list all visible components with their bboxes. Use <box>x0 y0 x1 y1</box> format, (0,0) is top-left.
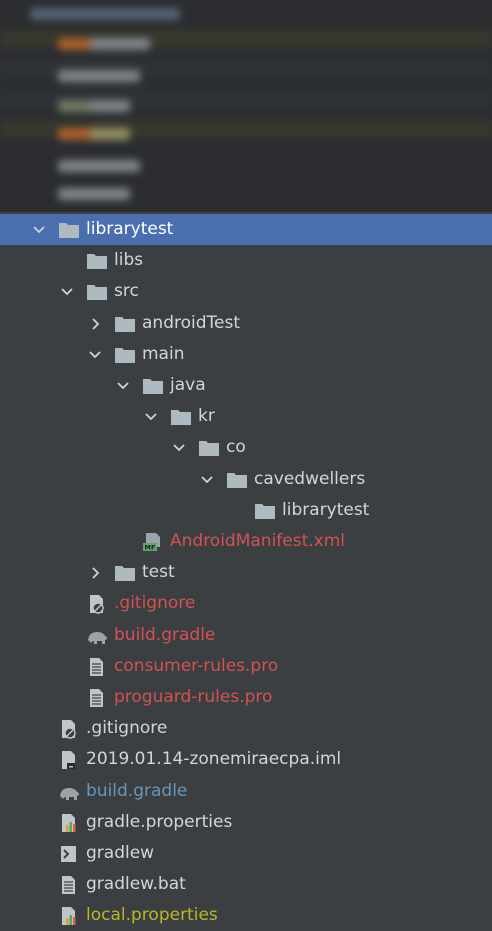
tree-item-label: test <box>142 562 175 583</box>
text-file-icon <box>86 657 108 677</box>
blurred-bar <box>90 70 140 82</box>
tree-item-label: gradle.properties <box>86 811 233 832</box>
tree-item-label: .gitignore <box>114 593 196 614</box>
tree-row[interactable]: consumer-rules.pro <box>0 651 492 682</box>
tree-item-label: proguard-rules.pro <box>114 687 273 707</box>
tree-item-label: local.properties <box>86 905 218 926</box>
folder-icon <box>86 251 108 271</box>
tree-row[interactable]: src <box>0 276 492 307</box>
tree-item-label: gradlew <box>86 843 155 863</box>
tree-row[interactable]: librarytest <box>0 214 492 245</box>
tree-item-label: gradlew.bat <box>86 874 186 895</box>
folder-icon <box>254 501 276 521</box>
blurred-bar <box>90 128 130 140</box>
folder-icon <box>114 314 136 334</box>
svg-text:MF: MF <box>145 544 156 552</box>
tree-row[interactable]: java <box>0 370 492 401</box>
gradle-elephant-icon <box>58 782 80 802</box>
tree-row[interactable]: 2019.01.14-zonemiraecpa.iml <box>0 744 492 775</box>
tree-item-label: main <box>142 343 185 364</box>
tree-row[interactable]: libs <box>0 245 492 276</box>
tree-row[interactable]: build.gradle <box>0 620 492 651</box>
ignore-file-icon <box>58 719 80 739</box>
folder-icon <box>58 220 80 240</box>
tree-row[interactable]: .gitignore <box>0 588 492 619</box>
iml-file-icon <box>58 750 80 770</box>
folder-icon <box>114 563 136 583</box>
manifest-file-icon: MF <box>142 532 164 552</box>
tree-row[interactable]: kr <box>0 401 492 432</box>
chevron-down-icon[interactable] <box>144 409 158 423</box>
tree-item-label: librarytest <box>86 219 174 239</box>
tree-item-label: cavedwellers <box>254 468 366 489</box>
tree-row[interactable]: gradlew.bat <box>0 869 492 900</box>
chevron-down-icon[interactable] <box>60 284 74 298</box>
folder-icon <box>198 438 220 458</box>
folder-icon <box>170 407 192 427</box>
tree-row[interactable]: co <box>0 432 492 463</box>
tree-item-label: co <box>226 437 246 458</box>
text-file-icon <box>58 875 80 895</box>
tree-row[interactable]: local.properties <box>0 900 492 931</box>
properties-file-icon <box>58 813 80 833</box>
tree-item-label: consumer-rules.pro <box>114 655 279 676</box>
tree-item-label: androidTest <box>142 312 240 333</box>
blurred-bar <box>90 160 140 172</box>
chevron-down-icon[interactable] <box>88 347 102 361</box>
blurred-bar <box>90 188 130 200</box>
tree-item-label: .gitignore <box>86 718 168 739</box>
tree-item-label: libs <box>114 250 144 271</box>
blurred-bar <box>90 38 150 50</box>
tree-item-label: librarytest <box>282 499 370 520</box>
chevron-right-icon[interactable] <box>88 565 102 579</box>
tree-item-label: kr <box>198 406 215 427</box>
chevron-down-icon[interactable] <box>172 440 186 454</box>
ignore-file-icon <box>86 594 108 615</box>
blurred-tree-region <box>0 0 492 212</box>
tree-row[interactable]: .gitignore <box>0 713 492 744</box>
gradle-elephant-icon <box>86 626 108 646</box>
tree-row[interactable]: librarytest <box>0 495 492 526</box>
folder-icon <box>114 345 136 365</box>
folder-icon <box>226 470 248 490</box>
tree-row[interactable]: cavedwellers <box>0 464 492 495</box>
tree-row[interactable]: build.gradle <box>0 776 492 807</box>
tree-row[interactable]: gradlew <box>0 838 492 869</box>
text-file-icon <box>86 688 108 708</box>
chevron-down-icon[interactable] <box>200 472 214 486</box>
folder-icon <box>142 376 164 396</box>
tree-row[interactable]: proguard-rules.pro <box>0 682 492 713</box>
tree-item-label: src <box>114 281 139 302</box>
tree-row[interactable]: MF AndroidManifest.xml <box>0 526 492 557</box>
tree-item-label: 2019.01.14-zonemiraecpa.iml <box>86 749 342 770</box>
tree-item-label: build.gradle <box>114 624 216 645</box>
chevron-down-icon[interactable] <box>116 378 130 392</box>
chevron-right-icon[interactable] <box>88 316 102 330</box>
tree-item-label: java <box>170 375 206 395</box>
tree-row[interactable]: gradle.properties <box>0 807 492 838</box>
tree-row[interactable]: main <box>0 339 492 370</box>
shell-script-icon <box>58 844 80 864</box>
tree-item-label: build.gradle <box>86 780 188 801</box>
tree-row[interactable]: androidTest <box>0 308 492 339</box>
tree-row[interactable]: test <box>0 557 492 588</box>
blurred-bar <box>30 8 180 20</box>
tree-item-label: AndroidManifest.xml <box>170 531 346 551</box>
blurred-bar <box>90 100 130 112</box>
folder-icon <box>86 282 108 302</box>
properties-file-icon <box>58 906 80 926</box>
chevron-down-icon[interactable] <box>32 222 46 236</box>
